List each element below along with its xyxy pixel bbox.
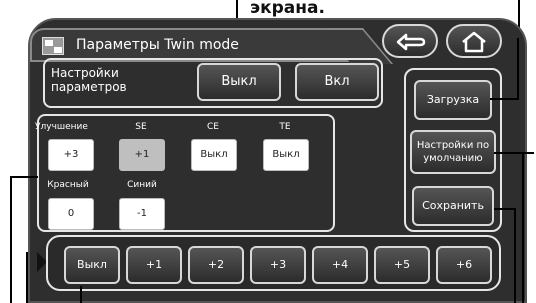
blue-label: Синий (127, 180, 157, 190)
settings-off-button[interactable]: Выкл (197, 63, 281, 101)
load-button[interactable]: Загрузка (414, 80, 492, 120)
level-2-button[interactable]: +2 (188, 246, 244, 284)
red-label: Красный (47, 180, 89, 190)
leader-line-defaults (494, 152, 534, 154)
level-4-button[interactable]: +4 (312, 246, 368, 284)
te-value-button[interactable]: Выкл (263, 139, 309, 171)
figure-caption: экрана. (250, 0, 325, 18)
leader-line-left-2 (26, 252, 28, 303)
leader-line-left-1 (10, 176, 38, 178)
ce-label: CE (207, 122, 219, 132)
leader-line-load-v (517, 38, 519, 100)
leader-line-save-v (514, 208, 516, 303)
te-label: TE (279, 122, 291, 132)
back-button[interactable] (382, 24, 438, 58)
title-bar: Параметры Twin mode (30, 28, 350, 62)
improvement-label: Улучшение (35, 122, 88, 132)
home-button[interactable] (446, 24, 502, 58)
save-button[interactable]: Сохранить (412, 186, 494, 226)
params-panel: Улучшение SE CE TE +3 +1 Выкл Выкл Красн… (35, 114, 335, 232)
blue-value-button[interactable]: -1 (119, 198, 165, 230)
level-off-button[interactable]: Выкл (64, 246, 120, 284)
se-label: SE (135, 122, 147, 132)
window-icon (42, 37, 64, 55)
leader-line-left-1v (10, 176, 12, 303)
level-6-button[interactable]: +6 (436, 246, 492, 284)
level-5-button[interactable]: +5 (374, 246, 430, 284)
level-1-button[interactable]: +1 (126, 246, 182, 284)
leader-line-bottom (80, 286, 82, 303)
back-arrow-icon (396, 33, 426, 51)
default-settings-button[interactable]: Настройки по умолчанию (410, 130, 496, 174)
side-panel: Загрузка Настройки по умолчанию Сохранит… (404, 68, 502, 232)
settings-on-button[interactable]: Вкл (295, 63, 379, 101)
leader-line-load (490, 98, 518, 100)
se-value-button[interactable]: +1 (119, 139, 165, 171)
level-3-button[interactable]: +3 (250, 246, 306, 284)
settings-panel: Настройки параметров Выкл Вкл (43, 58, 383, 108)
red-value-button[interactable]: 0 (48, 198, 94, 230)
settings-label: Настройки параметров (51, 66, 127, 94)
leader-line-save (494, 208, 516, 210)
ce-value-button[interactable]: Выкл (191, 139, 237, 171)
window-title: Параметры Twin mode (76, 37, 239, 53)
home-icon (462, 31, 486, 53)
leader-line-defaults-v (522, 152, 524, 303)
improvement-value-button[interactable]: +3 (48, 139, 94, 171)
